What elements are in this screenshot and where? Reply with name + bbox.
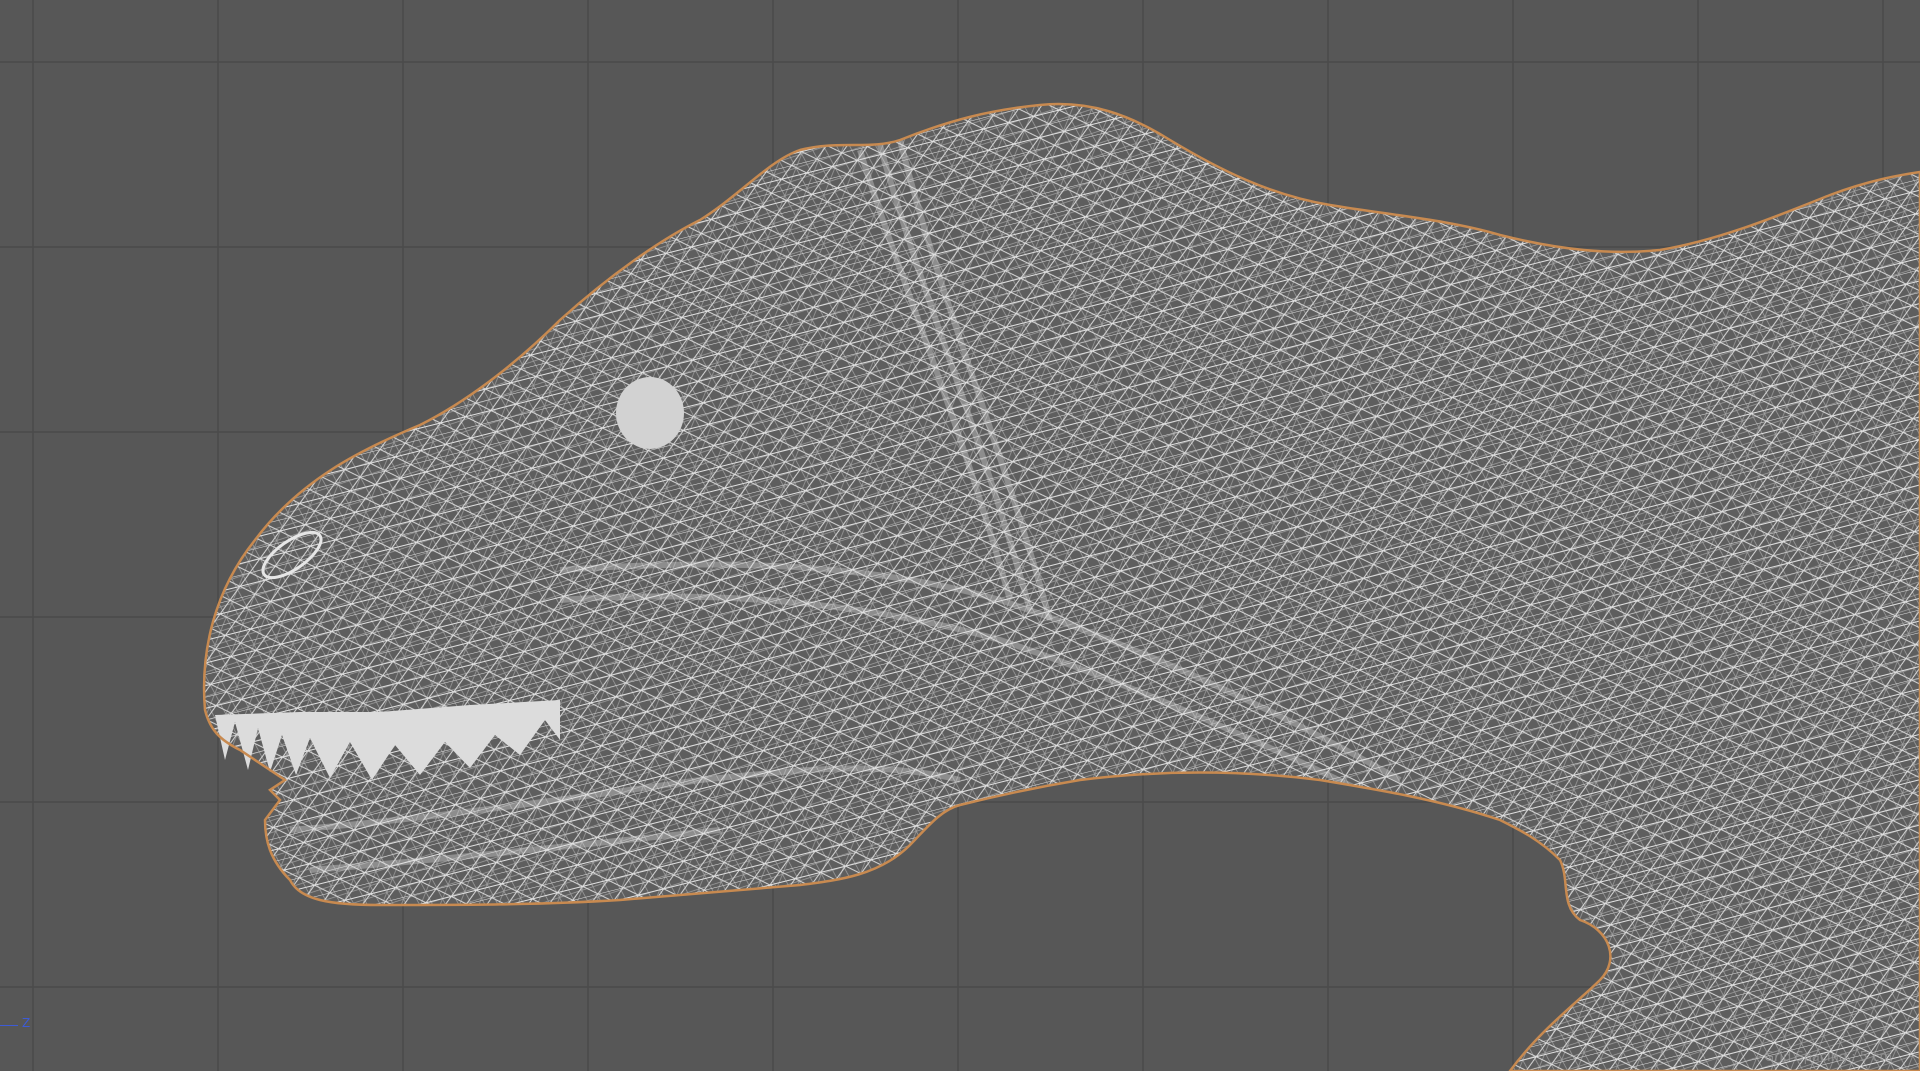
viewport-canvas[interactable] <box>0 0 1920 1071</box>
axis-indicator: Z <box>0 1014 40 1034</box>
3d-viewport[interactable]: Z Grid Spacing : 5 cm <box>0 0 1920 1071</box>
mesh-triangles-secondary <box>204 104 1920 1071</box>
grid-spacing-readout: Grid Spacing : 5 cm <box>1764 1050 1892 1065</box>
z-axis-label: Z <box>22 1016 31 1030</box>
z-axis-line <box>0 1025 18 1026</box>
eye-mesh <box>616 377 684 449</box>
dinosaur-wireframe-mesh[interactable] <box>0 0 1920 1071</box>
